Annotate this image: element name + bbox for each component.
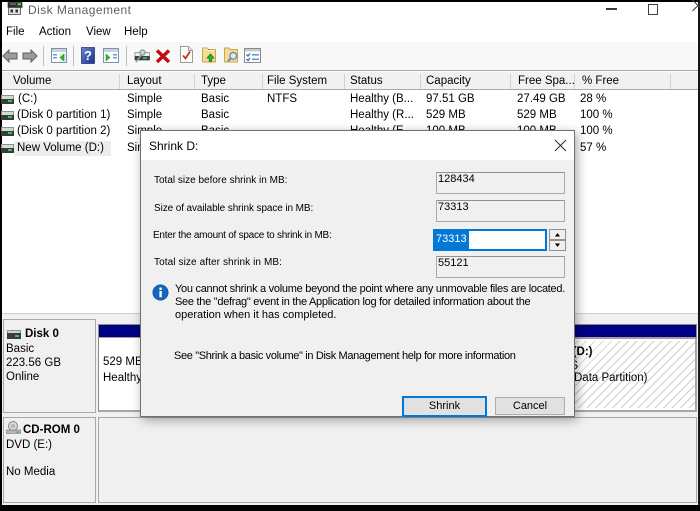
svg-text:?: ? bbox=[84, 48, 92, 63]
